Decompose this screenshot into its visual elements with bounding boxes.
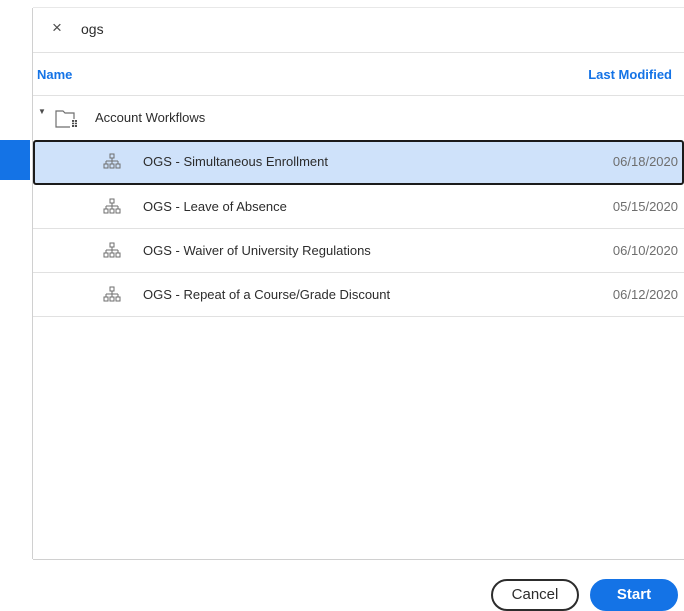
folder-icon: [55, 110, 79, 128]
list-item[interactable]: OGS - Repeat of a Course/Grade Discount …: [33, 273, 684, 317]
search-bar: ×: [33, 8, 684, 52]
folder-label: Account Workflows: [95, 110, 206, 125]
item-name: OGS - Simultaneous Enrollment: [143, 154, 328, 169]
list-item[interactable]: OGS - Waiver of University Regulations 0…: [33, 229, 684, 273]
list-item[interactable]: OGS - Simultaneous Enrollment 06/18/2020: [33, 140, 684, 185]
workflow-icon: [103, 153, 121, 169]
list-header: Name Last Modified: [33, 52, 684, 96]
item-date: 06/12/2020: [612, 287, 678, 302]
item-name: OGS - Repeat of a Course/Grade Discount: [143, 287, 391, 302]
start-button[interactable]: Start: [590, 579, 678, 611]
expand-caret-icon[interactable]: ▼: [38, 107, 46, 116]
workflow-icon: [103, 198, 121, 214]
search-input[interactable]: [81, 17, 641, 41]
column-header-last-modified[interactable]: Last Modified: [588, 67, 672, 82]
footer-divider: [33, 559, 684, 560]
item-date: 06/18/2020: [612, 154, 678, 169]
list-item[interactable]: OGS - Leave of Absence 05/15/2020: [33, 185, 684, 229]
item-name: OGS - Waiver of University Regulations: [143, 243, 371, 258]
item-date: 06/10/2020: [612, 243, 678, 258]
cancel-button[interactable]: Cancel: [491, 579, 579, 611]
item-name: OGS - Leave of Absence: [143, 199, 287, 214]
workflow-icon: [103, 242, 121, 258]
folder-row-account-workflows[interactable]: ▼ Account Workflows: [33, 96, 684, 140]
left-nav-accent: [0, 140, 30, 180]
workflow-list: OGS - Simultaneous Enrollment 06/18/2020…: [33, 140, 684, 317]
clear-search-icon[interactable]: ×: [47, 18, 67, 38]
item-date: 05/15/2020: [612, 199, 678, 214]
workflow-icon: [103, 286, 121, 302]
column-header-name[interactable]: Name: [37, 67, 72, 82]
